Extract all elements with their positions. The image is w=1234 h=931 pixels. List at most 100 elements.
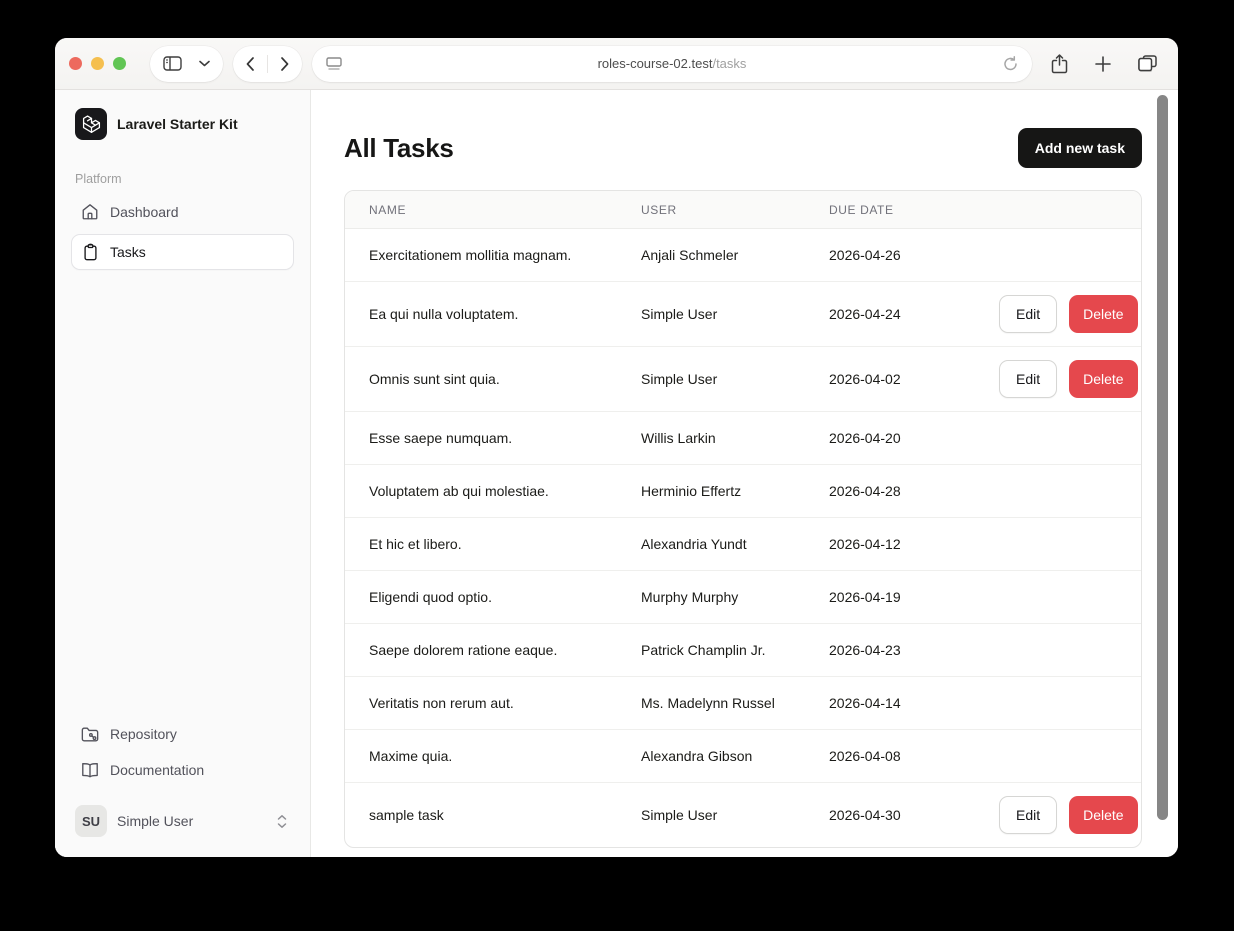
url-path: /tasks [712,56,747,71]
task-user-cell: Ms. Madelynn Russel [641,695,775,711]
task-due-date-cell: 2026-04-24 [829,306,901,322]
task-name-cell: Veritatis non rerum aut. [369,695,514,711]
task-user-cell: Herminio Effertz [641,483,742,499]
sidebar-toggle-icon [163,56,182,71]
table-row: sample task Simple User 2026-04-30 Edit … [345,783,1141,847]
address-bar[interactable]: roles-course-02.test/tasks [312,45,1032,82]
task-name-cell: Voluptatem ab qui molestiae. [369,483,549,499]
browser-window: roles-course-02.test/tasks Laravel Start… [55,38,1178,857]
task-due-date-cell: 2026-04-14 [829,695,901,711]
nav-buttons [233,45,302,82]
sidebar-item-documentation[interactable]: Documentation [71,753,294,787]
sidebar-item-label: Dashboard [110,204,179,220]
edit-task-button[interactable]: Edit [999,360,1058,398]
task-due-date-cell: 2026-04-20 [829,430,901,446]
table-row: Omnis sunt sint quia. Simple User 2026-0… [345,347,1141,412]
table-row: Et hic et libero. Alexandria Yundt 2026-… [345,518,1141,571]
close-window-button[interactable] [69,57,82,70]
column-header-user: User [641,202,677,217]
task-user-cell: Patrick Champlin Jr. [641,642,766,658]
zoom-window-button[interactable] [113,57,126,70]
task-user-cell: Simple User [641,371,718,387]
task-user-cell: Simple User [641,807,718,823]
url-text: roles-course-02.test/tasks [354,56,990,71]
task-name-cell: Exercitationem mollitia magnam. [369,247,572,263]
table-row: Esse saepe numquam. Willis Larkin 2026-0… [345,412,1141,465]
reader-view-icon[interactable] [322,46,346,82]
sidebar-menu-button[interactable] [195,46,223,82]
tasks-table: Name User Due date Exercitationem mollit… [344,190,1142,848]
task-actions-cell: Edit Delete [999,783,1138,847]
app-name: Laravel Starter Kit [117,116,238,132]
sidebar-nav: Dashboard Tasks [71,194,294,270]
task-due-date-cell: 2026-04-28 [829,483,901,499]
avatar: SU [75,805,107,837]
back-button[interactable] [233,46,267,82]
url-host: roles-course-02.test [597,56,713,71]
table-row: Maxime quia. Alexandra Gibson 2026-04-08 [345,730,1141,783]
column-header-due-date: Due date [829,202,894,217]
clipboard-icon [82,243,99,261]
delete-task-button[interactable]: Delete [1069,796,1138,834]
footer-item-label: Documentation [110,762,205,778]
tab-overview-button[interactable] [1130,46,1164,82]
task-name-cell: Saepe dolorem ratione eaque. [369,642,558,658]
task-due-date-cell: 2026-04-23 [829,642,901,658]
user-name: Simple User [117,813,194,829]
delete-task-button[interactable]: Delete [1069,360,1138,398]
table-row: Veritatis non rerum aut. Ms. Madelynn Ru… [345,677,1141,730]
table-row: Eligendi quod optio. Murphy Murphy 2026-… [345,571,1141,624]
chevrons-up-down-icon [276,814,288,829]
task-user-cell: Willis Larkin [641,430,716,446]
delete-task-button[interactable]: Delete [1069,295,1138,333]
task-user-cell: Simple User [641,306,718,322]
chevron-right-icon [281,56,289,71]
task-due-date-cell: 2026-04-02 [829,371,901,387]
task-name-cell: sample task [369,807,444,823]
table-row: Exercitationem mollitia magnam. Anjali S… [345,229,1141,282]
laravel-logo-icon [75,108,107,140]
task-actions-cell: Edit Delete [999,347,1138,411]
task-name-cell: Maxime quia. [369,748,453,764]
home-icon [81,203,99,221]
edit-task-button[interactable]: Edit [999,295,1058,333]
browser-titlebar: roles-course-02.test/tasks [55,38,1178,90]
main-content: All Tasks Add new task Name User Due dat… [311,90,1178,857]
user-menu[interactable]: SU Simple User [71,801,294,837]
edit-task-button[interactable]: Edit [999,796,1058,834]
minimize-window-button[interactable] [91,57,104,70]
app-body: Laravel Starter Kit Platform Dashboard T… [55,90,1178,857]
task-name-cell: Eligendi quod optio. [369,589,492,605]
table-header-row: Name User Due date [345,191,1141,229]
task-due-date-cell: 2026-04-19 [829,589,901,605]
new-tab-button[interactable] [1086,46,1120,82]
sidebar-item-dashboard[interactable]: Dashboard [71,194,294,230]
task-user-cell: Anjali Schmeler [641,247,739,263]
folder-git-icon [81,726,99,743]
page-title: All Tasks [344,132,454,163]
toggle-sidebar-button[interactable] [150,46,195,82]
sidebar-item-label: Tasks [110,244,146,260]
window-controls [69,57,126,70]
task-user-cell: Alexandra Gibson [641,748,753,764]
book-open-icon [81,762,99,778]
forward-button[interactable] [268,46,302,82]
sidebar-footer: Repository Documentation SU Simple User [71,717,294,837]
footer-item-label: Repository [110,726,177,742]
sidebar-item-repository[interactable]: Repository [71,717,294,751]
task-user-cell: Murphy Murphy [641,589,739,605]
column-header-name: Name [369,202,407,217]
share-button[interactable] [1042,46,1076,82]
task-table-body: Exercitationem mollitia magnam. Anjali S… [345,229,1141,847]
scrollbar-thumb[interactable] [1157,95,1168,820]
sidebar-item-tasks[interactable]: Tasks [71,234,294,270]
table-row: Saepe dolorem ratione eaque. Patrick Cha… [345,624,1141,677]
table-row: Ea qui nulla voluptatem. Simple User 202… [345,282,1141,347]
task-actions-cell: Edit Delete [999,282,1138,346]
add-new-task-button[interactable]: Add new task [1017,128,1142,168]
app-logo-row[interactable]: Laravel Starter Kit [71,108,294,140]
task-user-cell: Alexandria Yundt [641,536,747,552]
reload-button[interactable] [998,46,1022,82]
task-due-date-cell: 2026-04-30 [829,807,901,823]
task-name-cell: Et hic et libero. [369,536,462,552]
